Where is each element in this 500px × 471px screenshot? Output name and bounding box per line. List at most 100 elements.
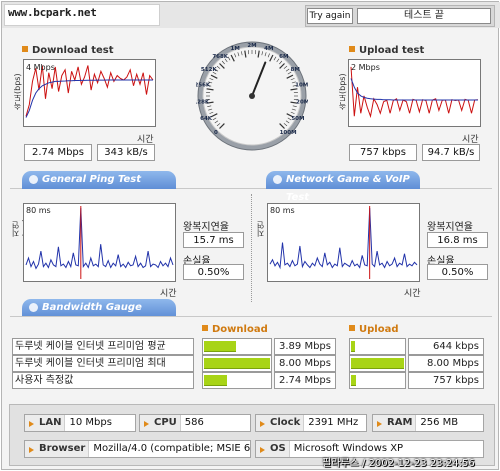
try-again-button[interactable]: Try again [307, 8, 353, 24]
gauge-tick-label: 64K [200, 116, 213, 122]
clock-info: Clock 2391 MHz [255, 414, 367, 432]
footer-caption: 필라루스 / 2002-12-23 23:24:56 [322, 458, 475, 469]
ping-chart [25, 206, 174, 279]
upload-title: Upload test [349, 45, 424, 56]
gauge-tick-label: 128K [196, 100, 210, 106]
upload-bar-value: 8.00 Mbps [408, 355, 484, 372]
gauge-hub [249, 93, 255, 99]
download-title-label: Download test [32, 45, 114, 56]
gauge-tick-label: 768K [212, 54, 228, 60]
ram-value: 256 MB [420, 417, 459, 428]
download-speed-kBs: 343 kB/s [97, 144, 155, 161]
bullet-icon [349, 46, 355, 52]
ping-xlabel: 시간 [160, 289, 177, 299]
download-bar-value: 3.89 Mbps [274, 338, 336, 355]
upload-bar-track [349, 355, 406, 372]
game-xlabel: 시간 [404, 289, 421, 299]
gauge-tick-label: 256K [196, 83, 211, 89]
speed-gauge: 0 64K 128K 256K 512K 768K1M 2M 4M 6M 8M 10M 20M 50M 1… [196, 41, 308, 151]
download-bar-fill [204, 358, 270, 369]
ping-scale: 80 ms [26, 206, 51, 215]
download-bar-track [202, 338, 272, 355]
speed-test-window: www.bcpark.net Try again 테스트 끝 Download … [1, 1, 500, 470]
ping-latency-label: 왕복지연율 [183, 222, 229, 233]
gauge-tick-label: 8M [291, 67, 300, 73]
upload-speed-kbps: 757 kbps [349, 144, 417, 161]
download-bar-fill [204, 341, 236, 352]
bandwidth-download-header: Download [202, 324, 268, 335]
os-value: Microsoft Windows XP [293, 443, 404, 454]
test-end-status: 테스트 끝 [357, 8, 491, 24]
bandwidth-gauge-banner: Bandwidth Gauge [22, 299, 176, 317]
series-line [350, 66, 479, 119]
series-line [269, 207, 418, 270]
gauge-tick-label: 10M [295, 83, 308, 89]
upload-bar-value: 757 kbps [408, 372, 484, 389]
upload-bar-fill [351, 358, 404, 369]
download-title: Download test [22, 45, 114, 56]
game-loss-value: 0.50% [427, 264, 488, 280]
download-scale: 4 Mbps [26, 63, 55, 72]
upload-header-label: Upload [359, 324, 399, 335]
gauge-tick-label: 100M [280, 130, 297, 136]
series-line [25, 65, 154, 117]
lan-info: LAN 10 Mbps [24, 414, 136, 432]
upload-ylabel: 속도(bps) [338, 73, 347, 110]
ping-loss-value: 0.50% [183, 264, 244, 280]
clock-label: Clock [256, 415, 305, 431]
upload-bar-fill [351, 341, 355, 352]
ram-info: RAM 256 MB [372, 414, 484, 432]
cpu-label: CPU [140, 415, 181, 431]
download-bar-value: 2.74 Mbps [274, 372, 336, 389]
download-bar-track [202, 372, 272, 389]
gauge-tick-label: 6M [279, 54, 288, 60]
download-speed-kbps: 2.74 Mbps [24, 144, 92, 161]
bandwidth-row-label: 사용자 측정값 [12, 372, 194, 389]
upload-bar-track [349, 372, 406, 389]
cpu-value: 586 [184, 417, 204, 428]
gauge-tick-label: 50M [291, 116, 304, 122]
bandwidth-upload-header: Upload [349, 324, 398, 335]
bullet-icon [22, 46, 28, 52]
lan-label: LAN [25, 415, 66, 431]
upload-scale: 2 Mbps [351, 63, 380, 72]
game-latency-label: 왕복지연율 [427, 222, 473, 233]
gauge-tick-label: 20M [296, 100, 308, 106]
upload-title-label: Upload test [359, 45, 425, 56]
game-latency-value: 16.8 ms [427, 232, 488, 248]
bandwidth-row-label: 두루넷 케이블 인터넷 프리미엄 평균 [12, 338, 194, 355]
divider-line [10, 316, 492, 317]
os-label: OS [256, 441, 290, 457]
browser-info: Browser Mozilla/4.0 (compatible; MSIE 6.0 [24, 440, 251, 458]
browser-label: Browser [25, 441, 90, 457]
clock-value: 2391 MHz [308, 417, 359, 428]
gauge-tick-label: 0 [214, 130, 218, 136]
ping-test-banner: General Ping Test [22, 171, 176, 189]
series-line [350, 78, 478, 101]
gauge-tick-label: 512K [201, 67, 217, 73]
download-bar-fill [204, 375, 227, 386]
series-line [25, 207, 174, 270]
watermark-text: www.bcpark.net [8, 6, 97, 19]
game-chart [269, 206, 418, 279]
gauge-tick-label: 1M [231, 46, 240, 52]
upload-speed-kBs: 94.7 kB/s [422, 144, 480, 161]
browser-value: Mozilla/4.0 (compatible; MSIE 6.0 [93, 443, 251, 454]
vertical-divider [251, 194, 252, 302]
download-bar-value: 8.00 Mbps [274, 355, 336, 372]
gauge-tick-label: 2M [247, 43, 256, 49]
download-header-label: Download [212, 324, 268, 335]
ping-latency-value: 15.7 ms [183, 232, 244, 248]
bullet-icon [202, 325, 208, 331]
download-bar-track [202, 355, 272, 372]
bullet-icon [349, 325, 355, 331]
download-ylabel: 속도(bps) [13, 73, 22, 110]
cpu-info: CPU 586 [139, 414, 251, 432]
upload-bar-fill [351, 375, 356, 386]
upload-bar-track [349, 338, 406, 355]
ram-label: RAM [373, 415, 417, 431]
game-scale: 80 ms [270, 206, 295, 215]
gauge-tick-label: 4M [264, 46, 273, 52]
game-voip-test-banner: Network Game & VoIP Test [266, 171, 420, 203]
bandwidth-row-label: 두루넷 케이블 인터넷 프리미엄 최대 [12, 355, 194, 372]
